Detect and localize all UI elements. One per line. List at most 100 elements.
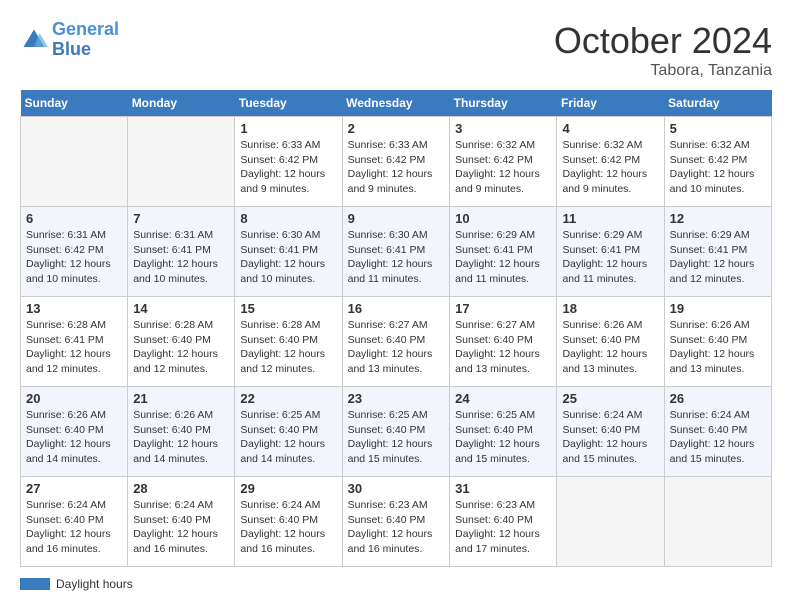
page-header: General Blue October 2024 Tabora, Tanzan… bbox=[20, 20, 772, 80]
day-info: Sunrise: 6:32 AMSunset: 6:42 PMDaylight:… bbox=[562, 138, 658, 197]
calendar-cell: 23 Sunrise: 6:25 AMSunset: 6:40 PMDaylig… bbox=[342, 387, 450, 477]
calendar-cell: 1 Sunrise: 6:33 AMSunset: 6:42 PMDayligh… bbox=[235, 117, 342, 207]
calendar-cell: 28 Sunrise: 6:24 AMSunset: 6:40 PMDaylig… bbox=[128, 477, 235, 567]
day-number: 23 bbox=[348, 391, 445, 406]
header-wednesday: Wednesday bbox=[342, 90, 450, 117]
day-number: 24 bbox=[455, 391, 551, 406]
day-number: 10 bbox=[455, 211, 551, 226]
calendar-cell: 12 Sunrise: 6:29 AMSunset: 6:41 PMDaylig… bbox=[664, 207, 771, 297]
day-info: Sunrise: 6:26 AMSunset: 6:40 PMDaylight:… bbox=[562, 318, 658, 377]
day-number: 16 bbox=[348, 301, 445, 316]
calendar-cell: 30 Sunrise: 6:23 AMSunset: 6:40 PMDaylig… bbox=[342, 477, 450, 567]
header-sunday: Sunday bbox=[21, 90, 128, 117]
day-number: 17 bbox=[455, 301, 551, 316]
calendar-cell: 29 Sunrise: 6:24 AMSunset: 6:40 PMDaylig… bbox=[235, 477, 342, 567]
day-number: 27 bbox=[26, 481, 122, 496]
day-info: Sunrise: 6:29 AMSunset: 6:41 PMDaylight:… bbox=[562, 228, 658, 287]
header-friday: Friday bbox=[557, 90, 664, 117]
legend-color-box bbox=[20, 578, 50, 590]
calendar-cell: 27 Sunrise: 6:24 AMSunset: 6:40 PMDaylig… bbox=[21, 477, 128, 567]
day-info: Sunrise: 6:30 AMSunset: 6:41 PMDaylight:… bbox=[240, 228, 336, 287]
day-info: Sunrise: 6:27 AMSunset: 6:40 PMDaylight:… bbox=[455, 318, 551, 377]
day-number: 30 bbox=[348, 481, 445, 496]
day-number: 3 bbox=[455, 121, 551, 136]
day-number: 21 bbox=[133, 391, 229, 406]
calendar-week-row: 27 Sunrise: 6:24 AMSunset: 6:40 PMDaylig… bbox=[21, 477, 772, 567]
calendar-cell: 7 Sunrise: 6:31 AMSunset: 6:41 PMDayligh… bbox=[128, 207, 235, 297]
logo-icon bbox=[20, 26, 48, 54]
day-number: 22 bbox=[240, 391, 336, 406]
calendar-cell: 19 Sunrise: 6:26 AMSunset: 6:40 PMDaylig… bbox=[664, 297, 771, 387]
header-thursday: Thursday bbox=[450, 90, 557, 117]
calendar-week-row: 6 Sunrise: 6:31 AMSunset: 6:42 PMDayligh… bbox=[21, 207, 772, 297]
day-info: Sunrise: 6:32 AMSunset: 6:42 PMDaylight:… bbox=[670, 138, 766, 197]
day-info: Sunrise: 6:23 AMSunset: 6:40 PMDaylight:… bbox=[348, 498, 445, 557]
day-number: 4 bbox=[562, 121, 658, 136]
day-info: Sunrise: 6:33 AMSunset: 6:42 PMDaylight:… bbox=[240, 138, 336, 197]
day-number: 29 bbox=[240, 481, 336, 496]
header-monday: Monday bbox=[128, 90, 235, 117]
calendar-table: Sunday Monday Tuesday Wednesday Thursday… bbox=[20, 90, 772, 567]
calendar-cell: 3 Sunrise: 6:32 AMSunset: 6:42 PMDayligh… bbox=[450, 117, 557, 207]
calendar-cell: 25 Sunrise: 6:24 AMSunset: 6:40 PMDaylig… bbox=[557, 387, 664, 477]
day-info: Sunrise: 6:26 AMSunset: 6:40 PMDaylight:… bbox=[133, 408, 229, 467]
calendar-cell: 22 Sunrise: 6:25 AMSunset: 6:40 PMDaylig… bbox=[235, 387, 342, 477]
logo-text: General Blue bbox=[52, 20, 119, 60]
calendar-cell: 16 Sunrise: 6:27 AMSunset: 6:40 PMDaylig… bbox=[342, 297, 450, 387]
calendar-cell: 17 Sunrise: 6:27 AMSunset: 6:40 PMDaylig… bbox=[450, 297, 557, 387]
day-info: Sunrise: 6:31 AMSunset: 6:41 PMDaylight:… bbox=[133, 228, 229, 287]
day-number: 25 bbox=[562, 391, 658, 406]
logo-line2: Blue bbox=[52, 39, 91, 59]
calendar-cell: 4 Sunrise: 6:32 AMSunset: 6:42 PMDayligh… bbox=[557, 117, 664, 207]
day-number: 20 bbox=[26, 391, 122, 406]
calendar-week-row: 1 Sunrise: 6:33 AMSunset: 6:42 PMDayligh… bbox=[21, 117, 772, 207]
day-info: Sunrise: 6:27 AMSunset: 6:40 PMDaylight:… bbox=[348, 318, 445, 377]
month-title: October 2024 bbox=[554, 20, 772, 62]
day-info: Sunrise: 6:26 AMSunset: 6:40 PMDaylight:… bbox=[26, 408, 122, 467]
day-info: Sunrise: 6:25 AMSunset: 6:40 PMDaylight:… bbox=[348, 408, 445, 467]
calendar-cell: 31 Sunrise: 6:23 AMSunset: 6:40 PMDaylig… bbox=[450, 477, 557, 567]
header-saturday: Saturday bbox=[664, 90, 771, 117]
day-number: 5 bbox=[670, 121, 766, 136]
day-number: 26 bbox=[670, 391, 766, 406]
day-info: Sunrise: 6:29 AMSunset: 6:41 PMDaylight:… bbox=[455, 228, 551, 287]
day-number: 11 bbox=[562, 211, 658, 226]
day-info: Sunrise: 6:25 AMSunset: 6:40 PMDaylight:… bbox=[455, 408, 551, 467]
day-number: 28 bbox=[133, 481, 229, 496]
day-number: 14 bbox=[133, 301, 229, 316]
calendar-cell bbox=[128, 117, 235, 207]
day-info: Sunrise: 6:24 AMSunset: 6:40 PMDaylight:… bbox=[26, 498, 122, 557]
calendar-cell: 20 Sunrise: 6:26 AMSunset: 6:40 PMDaylig… bbox=[21, 387, 128, 477]
day-info: Sunrise: 6:24 AMSunset: 6:40 PMDaylight:… bbox=[562, 408, 658, 467]
calendar-cell: 15 Sunrise: 6:28 AMSunset: 6:40 PMDaylig… bbox=[235, 297, 342, 387]
calendar-cell: 2 Sunrise: 6:33 AMSunset: 6:42 PMDayligh… bbox=[342, 117, 450, 207]
day-info: Sunrise: 6:28 AMSunset: 6:40 PMDaylight:… bbox=[133, 318, 229, 377]
day-number: 8 bbox=[240, 211, 336, 226]
day-number: 19 bbox=[670, 301, 766, 316]
day-number: 7 bbox=[133, 211, 229, 226]
calendar-cell: 24 Sunrise: 6:25 AMSunset: 6:40 PMDaylig… bbox=[450, 387, 557, 477]
calendar-cell: 11 Sunrise: 6:29 AMSunset: 6:41 PMDaylig… bbox=[557, 207, 664, 297]
day-info: Sunrise: 6:25 AMSunset: 6:40 PMDaylight:… bbox=[240, 408, 336, 467]
calendar-cell: 26 Sunrise: 6:24 AMSunset: 6:40 PMDaylig… bbox=[664, 387, 771, 477]
day-number: 1 bbox=[240, 121, 336, 136]
calendar-cell: 14 Sunrise: 6:28 AMSunset: 6:40 PMDaylig… bbox=[128, 297, 235, 387]
header-tuesday: Tuesday bbox=[235, 90, 342, 117]
calendar-cell: 10 Sunrise: 6:29 AMSunset: 6:41 PMDaylig… bbox=[450, 207, 557, 297]
day-info: Sunrise: 6:24 AMSunset: 6:40 PMDaylight:… bbox=[133, 498, 229, 557]
day-info: Sunrise: 6:32 AMSunset: 6:42 PMDaylight:… bbox=[455, 138, 551, 197]
logo: General Blue bbox=[20, 20, 119, 60]
day-number: 2 bbox=[348, 121, 445, 136]
calendar-cell: 13 Sunrise: 6:28 AMSunset: 6:41 PMDaylig… bbox=[21, 297, 128, 387]
logo-line1: General bbox=[52, 19, 119, 39]
day-info: Sunrise: 6:28 AMSunset: 6:41 PMDaylight:… bbox=[26, 318, 122, 377]
calendar-week-row: 20 Sunrise: 6:26 AMSunset: 6:40 PMDaylig… bbox=[21, 387, 772, 477]
calendar-cell bbox=[664, 477, 771, 567]
title-block: October 2024 Tabora, Tanzania bbox=[554, 20, 772, 80]
calendar-cell: 9 Sunrise: 6:30 AMSunset: 6:41 PMDayligh… bbox=[342, 207, 450, 297]
day-number: 15 bbox=[240, 301, 336, 316]
calendar-cell bbox=[21, 117, 128, 207]
calendar-week-row: 13 Sunrise: 6:28 AMSunset: 6:41 PMDaylig… bbox=[21, 297, 772, 387]
calendar-cell: 8 Sunrise: 6:30 AMSunset: 6:41 PMDayligh… bbox=[235, 207, 342, 297]
day-number: 9 bbox=[348, 211, 445, 226]
